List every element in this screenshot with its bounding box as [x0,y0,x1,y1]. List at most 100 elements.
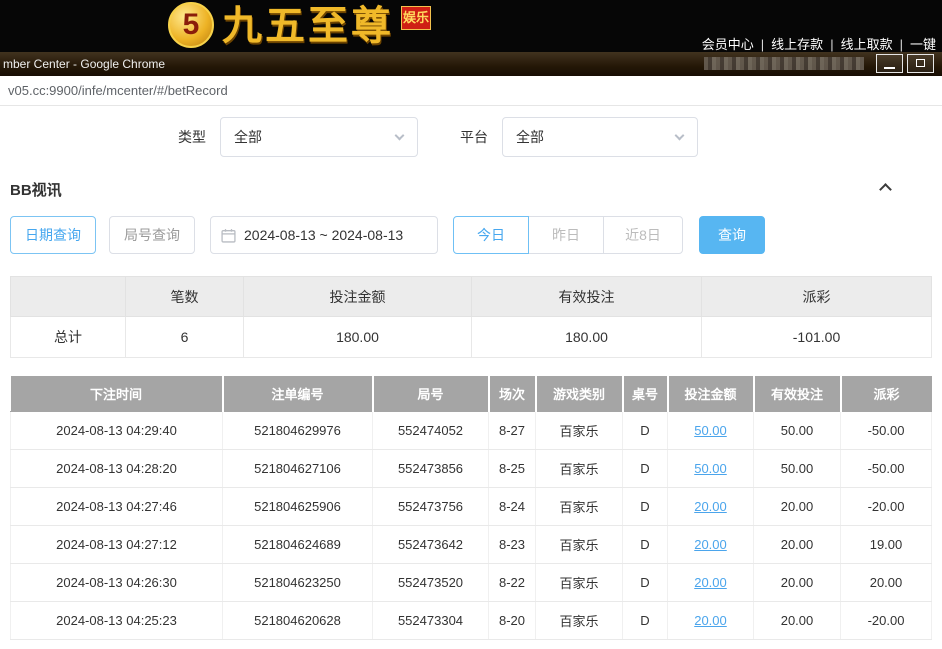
chevron-down-icon [395,131,405,141]
bet-amount-link[interactable]: 20.00 [694,575,727,590]
record-cell-bet: 20.00 [668,601,754,639]
record-cell-round_no: 552474052 [373,411,489,449]
record-row: 2024-08-13 04:27:46521804625906552473756… [11,487,932,525]
record-cell-payout: 19.00 [841,525,932,563]
summary-total-row: 总计 6 180.00 180.00 -101.00 [11,317,932,358]
logo-text: 九五至尊 [222,2,394,50]
nav-link[interactable]: 线上存款 [769,37,825,52]
record-cell-order_no: 521804629976 [223,411,373,449]
bet-amount-link[interactable]: 50.00 [694,461,727,476]
record-row: 2024-08-13 04:28:20521804627106552473856… [11,449,932,487]
nav-link[interactable]: 线上取款 [839,37,895,52]
logo-badge: 娱乐 [401,6,431,30]
summary-header-valid-bet: 有效投注 [472,277,702,317]
summary-bet-amount-value: 180.00 [244,317,472,358]
collapse-chevron-up-icon[interactable] [879,183,892,196]
date-range-input[interactable]: 2024-08-13 ~ 2024-08-13 [210,216,438,254]
today-button[interactable]: 今日 [453,216,529,254]
record-cell-session: 8-27 [489,411,536,449]
record-cell-order_no: 521804625906 [223,487,373,525]
nav-link[interactable]: 一键 [908,37,938,52]
search-button[interactable]: 查询 [699,216,765,254]
date-query-button[interactable]: 日期查询 [10,216,96,254]
quick-range-group: 今日 昨日 近8日 [453,216,683,254]
record-cell-session: 8-20 [489,601,536,639]
platform-filter-select[interactable]: 全部 [502,117,698,157]
nav-link[interactable]: 会员中心 [700,37,756,52]
yesterday-button[interactable]: 昨日 [528,216,604,254]
records-body: 2024-08-13 04:29:40521804629976552474052… [11,411,932,639]
record-cell-table: D [623,411,668,449]
record-cell-order_no: 521804620628 [223,601,373,639]
record-cell-table: D [623,525,668,563]
site-logo: 5 九五至尊 娱乐 [168,2,431,50]
summary-total-label: 总计 [11,317,126,358]
record-row: 2024-08-13 04:25:23521804620628552473304… [11,601,932,639]
type-filter-label: 类型 [178,127,206,147]
minimize-icon [884,67,895,69]
record-cell-bet: 20.00 [668,487,754,525]
obscured-user-info [704,57,864,70]
record-cell-session: 8-25 [489,449,536,487]
record-cell-valid: 20.00 [754,601,841,639]
date-range-value: 2024-08-13 ~ 2024-08-13 [244,227,403,243]
record-cell-round_no: 552473756 [373,487,489,525]
summary-payout-value: -101.00 [702,317,932,358]
records-header-row: 下注时间注单编号局号场次游戏类别桌号投注金额有效投注派彩 [11,376,932,411]
record-cell-payout: -20.00 [841,487,932,525]
record-cell-time: 2024-08-13 04:27:12 [11,525,223,563]
maximize-button[interactable] [907,54,934,73]
records-header-round_no: 局号 [373,376,489,411]
section-header: BB视讯 [10,179,932,200]
site-header: 5 九五至尊 娱乐 会员中心|线上存款|线上取款|一键 [0,0,942,52]
summary-header-bet-amount: 投注金额 [244,277,472,317]
records-header-table: 桌号 [623,376,668,411]
record-cell-time: 2024-08-13 04:29:40 [11,411,223,449]
record-cell-time: 2024-08-13 04:28:20 [11,449,223,487]
bet-amount-link[interactable]: 20.00 [694,499,727,514]
record-cell-time: 2024-08-13 04:27:46 [11,487,223,525]
record-cell-session: 8-23 [489,525,536,563]
summary-header-empty [11,277,126,317]
section-title: BB视讯 [10,179,62,200]
records-header-time: 下注时间 [11,376,223,411]
minimize-button[interactable] [876,54,903,73]
record-cell-game: 百家乐 [536,601,623,639]
url-text: v05.cc:9900/infe/mcenter/#/betRecord [8,83,228,98]
record-cell-bet: 50.00 [668,449,754,487]
type-filter-select[interactable]: 全部 [220,117,418,157]
window-controls [876,54,934,73]
record-row: 2024-08-13 04:29:40521804629976552474052… [11,411,932,449]
record-cell-payout: -50.00 [841,411,932,449]
bet-amount-link[interactable]: 20.00 [694,537,727,552]
last8days-button[interactable]: 近8日 [603,216,683,254]
record-cell-game: 百家乐 [536,487,623,525]
record-cell-session: 8-24 [489,487,536,525]
record-cell-valid: 20.00 [754,563,841,601]
record-cell-table: D [623,601,668,639]
record-cell-round_no: 552473856 [373,449,489,487]
record-cell-payout: -50.00 [841,449,932,487]
record-cell-bet: 20.00 [668,563,754,601]
summary-count-value: 6 [126,317,244,358]
record-cell-payout: -20.00 [841,601,932,639]
browser-title-bar: mber Center - Google Chrome [0,52,942,76]
record-row: 2024-08-13 04:27:12521804624689552473642… [11,525,932,563]
bet-amount-link[interactable]: 50.00 [694,423,727,438]
platform-filter-label: 平台 [460,127,488,147]
nav-separator: | [830,37,833,52]
summary-header-payout: 派彩 [702,277,932,317]
record-cell-round_no: 552473304 [373,601,489,639]
bet-amount-link[interactable]: 20.00 [694,613,727,628]
address-bar[interactable]: v05.cc:9900/infe/mcenter/#/betRecord [0,76,942,106]
record-cell-game: 百家乐 [536,525,623,563]
records-header-order_no: 注单编号 [223,376,373,411]
summary-header-row: 笔数 投注金额 有效投注 派彩 [11,277,932,317]
type-filter-value: 全部 [234,127,262,147]
record-cell-table: D [623,487,668,525]
record-cell-round_no: 552473642 [373,525,489,563]
round-query-button[interactable]: 局号查询 [109,216,195,254]
records-header-game: 游戏类别 [536,376,623,411]
record-cell-valid: 20.00 [754,525,841,563]
query-toolbar: 日期查询 局号查询 2024-08-13 ~ 2024-08-13 今日 昨日 … [10,216,932,254]
